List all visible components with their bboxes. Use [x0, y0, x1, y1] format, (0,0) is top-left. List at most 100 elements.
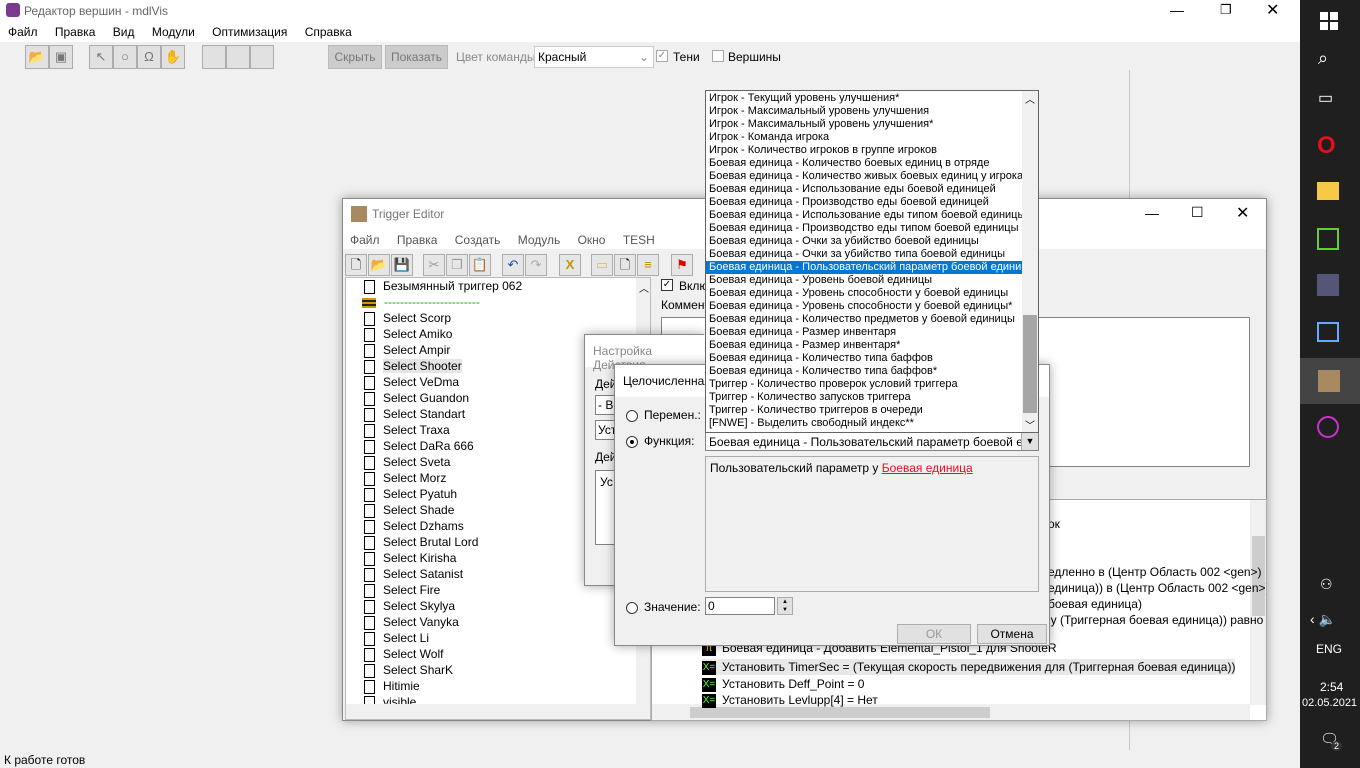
file-explorer-icon[interactable]	[1317, 182, 1339, 200]
people-icon[interactable]: ⚇	[1320, 576, 1333, 593]
dropdown-option[interactable]: Игрок - Текущий уровень улучшения*	[706, 92, 1022, 105]
tree-item[interactable]: Безымянный триггер 062	[364, 278, 522, 294]
tree-item[interactable]: Select Li	[364, 630, 429, 646]
clock-date[interactable]: 02.05.2021	[1302, 697, 1357, 709]
volume-icon[interactable]: ‹ 🔈	[1310, 611, 1336, 628]
dropdown-option[interactable]: Боевая единица - Размер инвентаря	[706, 326, 1022, 339]
menu-file[interactable]: Файл	[350, 233, 380, 247]
actions-scrollbar[interactable]	[1250, 500, 1266, 705]
toolbar-button-blank-3[interactable]	[250, 45, 274, 69]
scrollbar-thumb[interactable]	[1023, 315, 1037, 413]
opera-icon[interactable]: O	[1317, 132, 1336, 160]
tree-item[interactable]: Select Fire	[364, 582, 440, 598]
tree-item[interactable]: Select Shade	[364, 502, 454, 518]
tree-item[interactable]: Select Traxa	[364, 422, 450, 438]
warcraft-icon[interactable]	[1317, 274, 1339, 296]
language-indicator[interactable]: ENG	[1316, 642, 1342, 656]
tree-item[interactable]: Select Morz	[364, 470, 446, 486]
function-select[interactable]: Боевая единица - Пользовательский параме…	[705, 432, 1039, 451]
trigger-editor-taskbar-button[interactable]	[1300, 358, 1360, 404]
dropdown-option[interactable]: Боевая единица - Уровень способности у б…	[706, 300, 1022, 313]
dropdown-option[interactable]: Игрок - Количество игроков в группе игро…	[706, 144, 1022, 157]
tree-item[interactable]: Select Pyatuh	[364, 486, 457, 502]
undo-icon[interactable]: ↶	[502, 254, 524, 276]
hide-button[interactable]: Скрыть	[328, 45, 382, 69]
dropdown-option[interactable]: Боевая единица - Производство еды боевой…	[706, 196, 1022, 209]
team-color-select[interactable]: Красный ⌄	[534, 46, 654, 68]
dropdown-option[interactable]: Игрок - Команда игрока	[706, 131, 1022, 144]
paste-icon[interactable]: 📋	[469, 254, 491, 276]
maximize-button[interactable]: ❐	[1220, 2, 1232, 18]
start-button[interactable]	[1320, 12, 1338, 30]
menu-module[interactable]: Модуль	[518, 233, 561, 247]
menu-tesh[interactable]: TESH	[623, 233, 655, 247]
minimize-button[interactable]: —	[1145, 205, 1159, 221]
circle-select-icon[interactable]: ○	[113, 45, 137, 69]
enabled-checkbox[interactable]: ✓	[661, 279, 673, 291]
dropdown-option[interactable]: [FNWE] - Выделить свободный индекс**	[706, 417, 1022, 430]
tree-item[interactable]: Select Guandon	[364, 390, 469, 406]
new-comment-icon[interactable]: ≡	[637, 254, 659, 276]
action-fragment[interactable]: боевая единица)	[1048, 596, 1142, 612]
task-view-icon[interactable]: ▭	[1318, 88, 1333, 108]
menu-modules[interactable]: Модули	[152, 25, 195, 39]
search-icon[interactable]: ⌕	[1318, 48, 1328, 69]
close-button[interactable]: ✕	[1236, 203, 1249, 223]
cancel-button[interactable]: Отмена	[977, 624, 1047, 644]
menu-file[interactable]: Файл	[8, 25, 38, 39]
dropdown-scrollbar[interactable]: ︿ ﹀	[1022, 91, 1038, 432]
function-dropdown-list[interactable]: Игрок - Текущий уровень улучшения* Игрок …	[705, 90, 1039, 433]
chevron-down-icon[interactable]: ▼	[1021, 433, 1038, 450]
shadows-checkbox[interactable]: ✓	[656, 50, 668, 62]
action-item[interactable]: X= Установить Levlupp[4] = Нет	[702, 692, 878, 708]
menu-window[interactable]: Окно	[578, 233, 606, 247]
minimize-button[interactable]: —	[1170, 2, 1184, 18]
open-icon[interactable]: 📂	[368, 254, 390, 276]
dropdown-option[interactable]: Боевая единица - Количество предметов у …	[706, 313, 1022, 326]
action-item[interactable]: X= Установить TimerSec = (Текущая скорост…	[702, 659, 1236, 675]
variable-radio[interactable]: Перемен.:	[626, 408, 701, 422]
tree-item[interactable]: Select Brutal Lord	[364, 534, 478, 550]
tree-item[interactable]: Select Ampir	[364, 342, 450, 358]
maximize-button[interactable]: ☐	[1191, 204, 1204, 221]
tree-item[interactable]: ------------------------	[362, 294, 480, 310]
dropdown-option[interactable]: Триггер - Количество запусков триггера	[706, 391, 1022, 404]
menu-edit[interactable]: Правка	[55, 25, 96, 39]
tree-hscrollbar[interactable]	[346, 704, 636, 719]
scroll-up-icon[interactable]: ︿	[639, 280, 649, 295]
tree-item[interactable]: Select VeDma	[364, 374, 459, 390]
tree-item[interactable]: Select DaRa 666	[364, 438, 474, 454]
toolbar-button-blank-2[interactable]	[226, 45, 250, 69]
video-icon[interactable]	[1317, 322, 1339, 342]
tree-item[interactable]: Select Wolf	[364, 646, 443, 662]
show-button[interactable]: Показать	[385, 45, 448, 69]
menu-optimization[interactable]: Оптимизация	[212, 25, 287, 39]
function-radio[interactable]: Функция:	[626, 434, 694, 448]
dropdown-option[interactable]: Боевая единица - Количество типа баффов	[706, 352, 1022, 365]
app-icon-purple[interactable]	[1317, 416, 1339, 438]
value-radio[interactable]: Значение:	[626, 600, 701, 614]
dropdown-option[interactable]: Боевая единица - Использование еды типом…	[706, 209, 1022, 222]
dropdown-option[interactable]: Триггер - Количество триггеров в очереди	[706, 404, 1022, 417]
ok-button[interactable]: ОК	[897, 624, 971, 644]
scroll-up-icon[interactable]: ︿	[1025, 91, 1035, 106]
scroll-down-icon[interactable]: ﹀	[1025, 417, 1035, 432]
hand-icon[interactable]: ✋	[161, 45, 185, 69]
delete-icon[interactable]: X	[559, 254, 581, 276]
test-map-icon[interactable]: ⚑	[671, 254, 693, 276]
dropdown-option[interactable]: Боевая единица - Очки за убийство боевой…	[706, 235, 1022, 248]
vertices-checkbox[interactable]	[712, 50, 724, 62]
pointer-icon[interactable]: ↖	[89, 45, 113, 69]
dropdown-option[interactable]: Боевая единица - Размер инвентаря*	[706, 339, 1022, 352]
action-fragment[interactable]: , у (Триггерная боевая единица)) равно	[1044, 612, 1263, 628]
tree-item[interactable]: Select Vanyka	[364, 614, 459, 630]
menu-create[interactable]: Создать	[455, 233, 501, 247]
rotate-icon[interactable]: Ω	[137, 45, 161, 69]
tree-item[interactable]: Select SharK	[364, 662, 453, 678]
menu-edit[interactable]: Правка	[397, 233, 438, 247]
dropdown-option[interactable]: Боевая единица - Количество живых боевых…	[706, 170, 1022, 183]
menu-view[interactable]: Вид	[113, 25, 135, 39]
dropdown-option[interactable]: Боевая единица - Уровень боевой единицы	[706, 274, 1022, 287]
tree-item[interactable]: Hitimie	[364, 678, 420, 694]
clock-time[interactable]: 2:54	[1320, 680, 1343, 694]
